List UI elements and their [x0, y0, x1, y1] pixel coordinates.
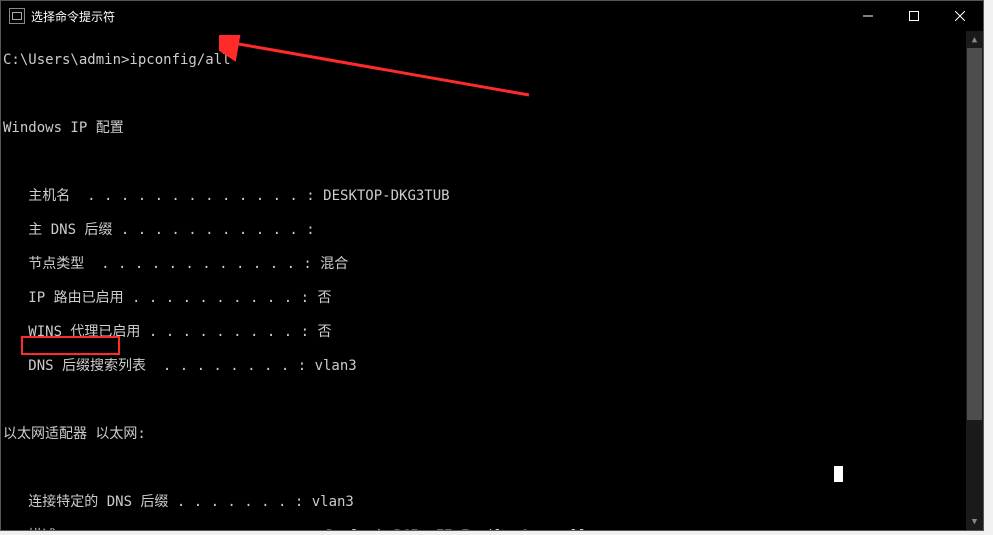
close-button[interactable] [937, 1, 983, 31]
dns-suffix-row: 主 DNS 后缀 . . . . . . . . . . . : [3, 222, 966, 239]
section-header: Windows IP 配置 [3, 120, 966, 137]
scroll-up-arrow[interactable]: ▲ [966, 31, 983, 48]
command-prompt-window: 选择命令提示符 C:\Users\admin>ipconfig/all Wind… [0, 0, 984, 531]
scroll-down-arrow[interactable]: ▼ [966, 513, 983, 530]
hostname-row: 主机名 . . . . . . . . . . . . . : DESKTOP-… [3, 188, 966, 205]
desc-row: 描述. . . . . . . . . . . . . . . : Realte… [3, 528, 966, 530]
ip-routing-row: IP 路由已启用 . . . . . . . . . . : 否 [3, 290, 966, 307]
wins-proxy-row: WINS 代理已启用 . . . . . . . . . : 否 [3, 324, 966, 341]
scrollbar-thumb[interactable] [967, 48, 982, 420]
dns-search-row: DNS 后缀搜索列表 . . . . . . . . : vlan3 [3, 358, 966, 375]
terminal-output[interactable]: C:\Users\admin>ipconfig/all Windows IP 配… [1, 31, 966, 530]
prompt-line: C:\Users\admin>ipconfig/all [3, 52, 966, 69]
titlebar-left: 选择命令提示符 [1, 8, 115, 25]
adapter-header: 以太网适配器 以太网: [3, 426, 966, 443]
terminal-area[interactable]: C:\Users\admin>ipconfig/all Windows IP 配… [1, 31, 983, 530]
cmd-icon [9, 8, 25, 24]
conn-dns-row: 连接特定的 DNS 后缀 . . . . . . . : vlan3 [3, 494, 966, 511]
blank-line [3, 154, 966, 171]
vertical-scrollbar[interactable]: ▲ ▼ [966, 31, 983, 530]
blank-line [3, 460, 966, 477]
scrollbar-track[interactable] [966, 48, 983, 513]
text-cursor [834, 466, 843, 482]
blank-line [3, 392, 966, 409]
blank-line [3, 86, 966, 103]
node-type-row: 节点类型 . . . . . . . . . . . . : 混合 [3, 256, 966, 273]
window-title: 选择命令提示符 [31, 8, 115, 25]
maximize-button[interactable] [891, 1, 937, 31]
window-controls [845, 1, 983, 31]
titlebar[interactable]: 选择命令提示符 [1, 1, 983, 31]
minimize-button[interactable] [845, 1, 891, 31]
